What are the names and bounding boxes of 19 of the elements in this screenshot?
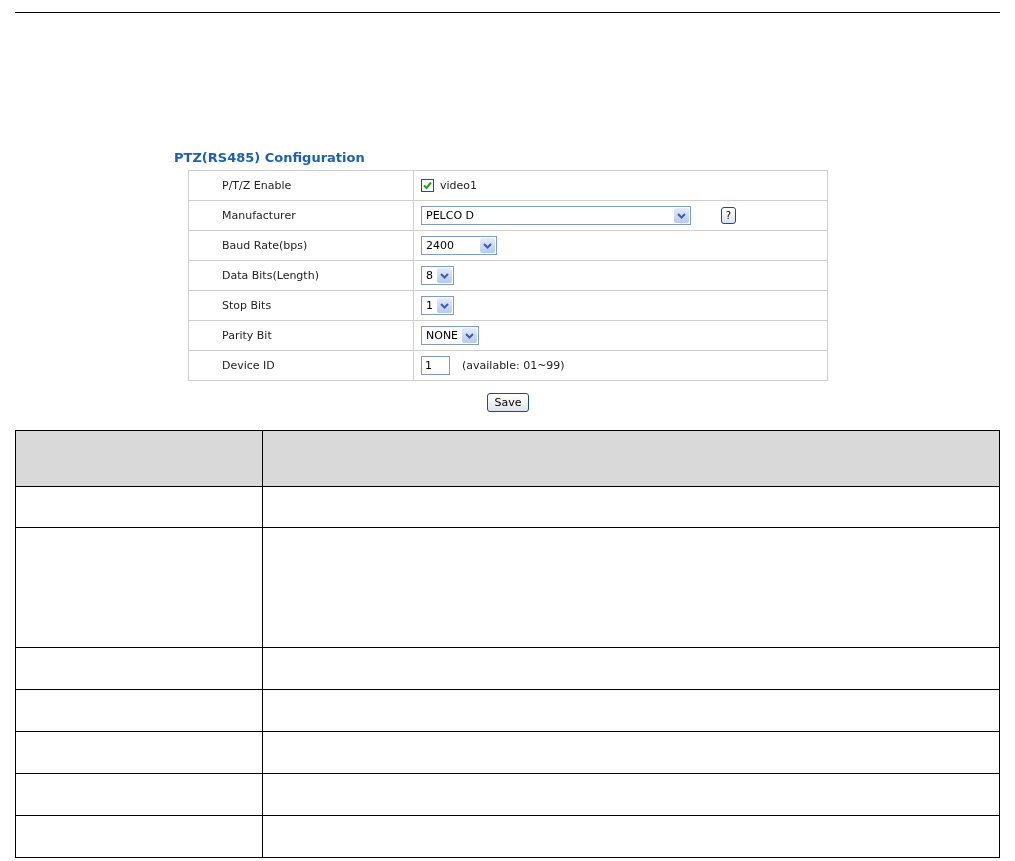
checkbox-label: video1 bbox=[440, 179, 478, 192]
field-label: Parity Bit bbox=[222, 329, 272, 342]
dropdown-select[interactable]: 8 bbox=[421, 266, 454, 285]
field-label: Baud Rate(bps) bbox=[222, 239, 308, 252]
field-label: P/T/Z Enable bbox=[222, 179, 292, 192]
dropdown-select[interactable]: 1 bbox=[421, 296, 454, 315]
panel-title: PTZ(RS485) Configuration bbox=[174, 150, 366, 167]
dropdown-select[interactable]: NONE bbox=[421, 326, 480, 345]
dropdown-select[interactable]: 2400 bbox=[421, 236, 497, 255]
field-label: Manufacturer bbox=[222, 209, 296, 222]
dropdown-select[interactable]: PELCO D bbox=[421, 206, 691, 225]
checkbox[interactable] bbox=[421, 179, 434, 192]
range-hint: (available: 01~99) bbox=[462, 359, 565, 372]
input-field[interactable]: 1 bbox=[421, 356, 450, 375]
field-label: Data Bits(Length) bbox=[222, 269, 319, 282]
help-button[interactable]: ? bbox=[721, 207, 736, 224]
field-label: Stop Bits bbox=[222, 299, 272, 312]
field-label: Device ID bbox=[222, 359, 275, 372]
save-button[interactable]: Save bbox=[487, 393, 529, 412]
